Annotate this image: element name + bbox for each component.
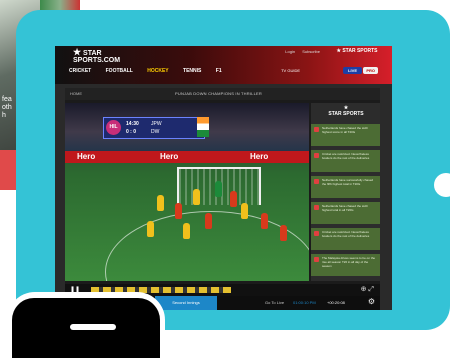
- background-caption: fea oth h: [2, 96, 12, 120]
- ad-board-text: Hero: [77, 152, 96, 161]
- background-caption-line: h: [2, 112, 6, 119]
- sidebar-logo: ★ STAR SPORTS: [317, 105, 375, 119]
- update-text: Netherlands have successfully chased the…: [322, 178, 374, 186]
- scorebug-score1: JPW: [151, 121, 162, 127]
- tablet-screen: ★ STAR SPORTS.COM Login Subscribe ★ STAR…: [55, 46, 392, 310]
- star-logo-icon: ★: [73, 47, 82, 57]
- zoom-icon[interactable]: ⊕: [361, 286, 367, 293]
- scorebug-team1: 14:30: [126, 121, 139, 127]
- subscribe-link[interactable]: Subscribe: [302, 49, 320, 54]
- update-item[interactable]: Cricket are restricted. Nevertheless bow…: [311, 227, 380, 250]
- tablet-home-button: [434, 173, 458, 197]
- breadcrumb-home[interactable]: HOME: [70, 91, 82, 96]
- alert-icon: [314, 153, 319, 158]
- phone-screen: [12, 298, 160, 358]
- update-text: Cricket are restricted. Nevertheless bow…: [322, 152, 370, 160]
- nav-item-football[interactable]: FOOTBALL: [106, 68, 133, 74]
- content-frame: HOME PUNJAB DOWN CHAMPIONS IN THRILLER H…: [65, 88, 380, 310]
- background-caption-line: oth: [2, 104, 12, 111]
- alert-icon: [314, 231, 319, 236]
- player: [175, 203, 182, 219]
- update-text: The Malaysia drives seems to be on the r…: [322, 256, 376, 268]
- update-item[interactable]: Netherlands have chased the sixth highes…: [311, 123, 380, 146]
- live-updates-sidebar: ★ STAR SPORTS Netherlands have chased th…: [311, 103, 380, 281]
- ad-board: Hero Hero Hero: [65, 151, 309, 163]
- player: [230, 191, 237, 207]
- goalkeeper: [215, 181, 222, 197]
- gear-icon[interactable]: ⚙: [368, 297, 375, 306]
- video-player[interactable]: Hero Hero Hero HIL 14:30 0 : 0 JPW DW: [65, 103, 309, 281]
- match-clock: +00:20:08: [327, 300, 345, 305]
- player: [241, 203, 248, 219]
- phone-speaker: [70, 324, 116, 330]
- stream-time: 01:00:10 PM: [293, 300, 316, 305]
- tv-guide-link[interactable]: TV GUIDE: [281, 68, 300, 73]
- nav-item-f1[interactable]: F1: [216, 68, 222, 74]
- login-link[interactable]: Login: [285, 49, 295, 54]
- alert-icon: [314, 257, 319, 262]
- breadcrumb: HOME PUNJAB DOWN CHAMPIONS IN THRILLER: [65, 88, 380, 100]
- update-text: Netherlands have chased the sixth highes…: [322, 126, 369, 134]
- update-text: Netherlands have chased the sixth highes…: [322, 204, 369, 212]
- background-caption-line: fea: [2, 96, 12, 103]
- nav-item-hockey[interactable]: HOCKEY: [147, 68, 168, 74]
- player: [261, 213, 268, 229]
- live-button[interactable]: LIVE: [343, 67, 362, 74]
- update-item[interactable]: Netherlands have successfully chased the…: [311, 175, 380, 198]
- india-flag-icon: [197, 117, 209, 137]
- site-logo[interactable]: ★ STAR SPORTS.COM: [73, 47, 121, 65]
- star-sports-brand: ★ STAR SPORTS: [336, 48, 378, 62]
- alert-icon: [314, 205, 319, 210]
- update-text: Cricket are restricted. Nevertheless bow…: [322, 230, 370, 238]
- nav-item-tennis[interactable]: TENNIS: [183, 68, 201, 74]
- pro-button[interactable]: PRO: [363, 67, 378, 74]
- alert-icon: [314, 179, 319, 184]
- go-to-live-button[interactable]: Go To Live: [265, 300, 284, 305]
- phone-device: [7, 292, 165, 358]
- scorebug-score2: DW: [151, 129, 160, 135]
- alert-icon: [314, 127, 319, 132]
- scorebug: HIL 14:30 0 : 0 JPW DW: [103, 117, 205, 139]
- player: [280, 225, 287, 241]
- fullscreen-icon[interactable]: ⤢: [368, 286, 374, 293]
- update-item[interactable]: Netherlands have chased the sixth highes…: [311, 201, 380, 224]
- page-title: PUNJAB DOWN CHAMPIONS IN THRILLER: [175, 91, 262, 96]
- logo-text-sports: SPORTS: [73, 57, 102, 64]
- player-control-icons: ⊕ ⤢: [361, 285, 374, 294]
- player: [205, 213, 212, 229]
- second-innings-tab[interactable]: Second Innings: [155, 296, 217, 310]
- scorebug-team2: 0 : 0: [126, 129, 137, 135]
- player: [193, 189, 200, 205]
- player: [147, 221, 154, 237]
- league-logo: HIL: [106, 120, 121, 135]
- sidebar-logo-text: STAR SPORTS: [328, 111, 364, 117]
- star-brand-icon: ★: [336, 48, 341, 54]
- update-item[interactable]: The Malaysia drives seems to be on the r…: [311, 253, 380, 276]
- ad-board-text: Hero: [160, 152, 179, 161]
- logo-text-star: STAR: [83, 50, 102, 57]
- main-nav: CRICKET FOOTBALL HOCKEY TENNIS F1: [69, 68, 235, 74]
- player: [183, 223, 190, 239]
- nav-item-cricket[interactable]: CRICKET: [69, 68, 91, 74]
- ad-board-text: Hero: [250, 152, 269, 161]
- logo-text-suffix: .COM: [101, 57, 121, 64]
- site-header: ★ STAR SPORTS.COM Login Subscribe ★ STAR…: [55, 46, 392, 84]
- player: [157, 195, 164, 211]
- top-links: Login Subscribe: [279, 49, 320, 54]
- brand-right-text: STAR SPORTS: [342, 48, 378, 54]
- update-item[interactable]: Cricket are restricted. Nevertheless bow…: [311, 149, 380, 172]
